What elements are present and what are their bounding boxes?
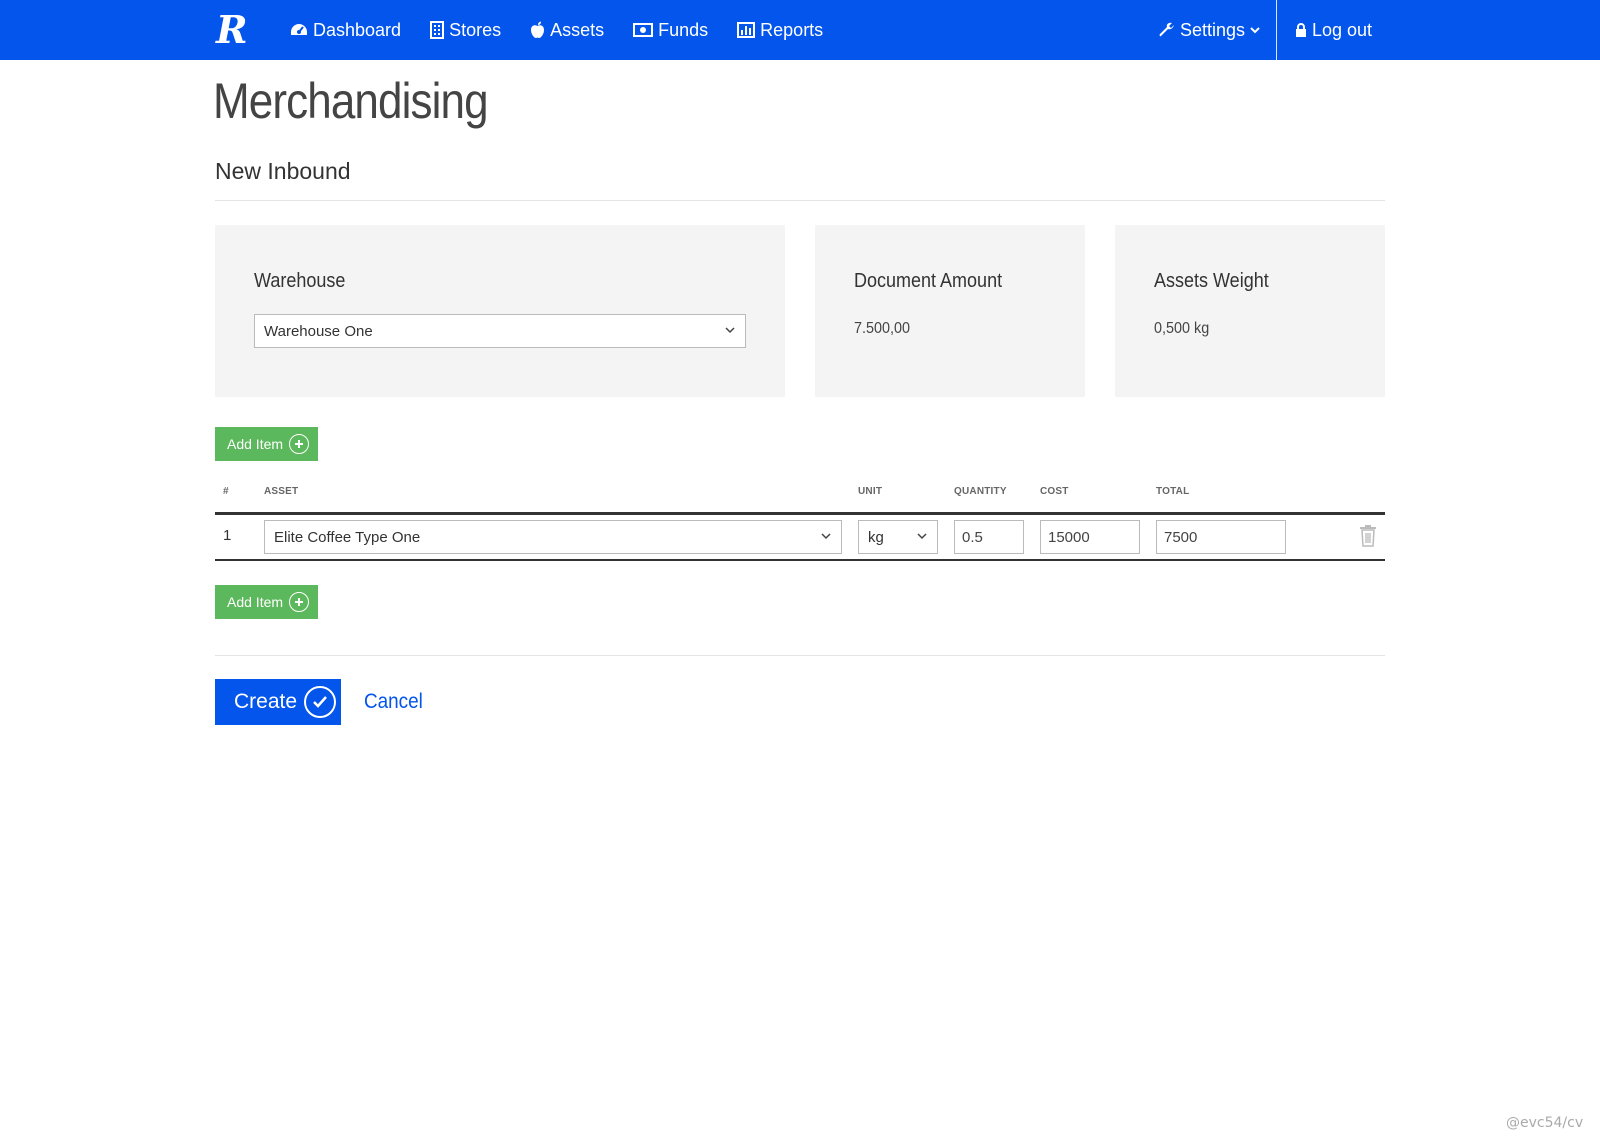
building-icon (430, 21, 445, 39)
assets-weight-panel: Assets Weight 0,500 kg (1115, 225, 1385, 397)
cancel-link[interactable]: Cancel (364, 690, 423, 714)
document-amount-panel: Document Amount 7.500,00 (815, 225, 1085, 397)
asset-select[interactable]: Elite Coffee Type One (264, 520, 842, 554)
plus-icon (289, 592, 310, 612)
wrench-icon (1159, 22, 1174, 37)
add-item-label: Add Item (227, 436, 284, 452)
create-button[interactable]: Create (215, 679, 341, 725)
trash-icon[interactable] (1358, 525, 1378, 547)
nav-item-label: Dashboard (313, 19, 402, 40)
warehouse-label: Warehouse (254, 270, 346, 292)
quantity-input[interactable]: 0.5 (954, 520, 1024, 554)
settings-label: Settings (1180, 19, 1246, 40)
column-header-unit: UNIT (858, 486, 883, 497)
assets-weight-value: 0,500 kg (1154, 320, 1210, 337)
plus-icon (289, 434, 310, 454)
chevron-down-icon (821, 533, 831, 540)
warehouse-panel: Warehouse Warehouse One (215, 225, 785, 397)
dashboard-icon (291, 24, 307, 35)
nav-item-assets[interactable]: Assets (530, 0, 604, 60)
create-label: Create (234, 690, 298, 713)
settings-dropdown[interactable]: Settings (1158, 0, 1264, 60)
nav-item-label: Funds (658, 19, 709, 40)
chevron-down-icon (917, 533, 927, 540)
nav-item-stores[interactable]: Stores (430, 0, 501, 60)
check-icon (304, 686, 337, 718)
column-header-quantity: QUANTITY (954, 486, 1007, 497)
top-navbar: R Dashboard Stores Assets Funds Reports … (0, 0, 1600, 60)
nav-item-reports[interactable]: Reports (737, 0, 823, 60)
bar-chart-icon (737, 22, 756, 38)
page-title: Merchandising (213, 73, 489, 129)
column-header-cost: COST (1040, 486, 1069, 497)
assets-weight-label: Assets Weight (1154, 270, 1269, 292)
chevron-down-icon (725, 327, 735, 334)
document-amount-label: Document Amount (854, 270, 1003, 292)
money-icon (633, 23, 654, 37)
column-header-asset: ASSET (264, 486, 299, 497)
nav-item-label: Reports (760, 19, 824, 40)
apple-icon (531, 21, 545, 38)
nav-item-label: Assets (550, 19, 605, 40)
unit-select-value: kg (868, 528, 884, 546)
chevron-down-icon (1250, 26, 1260, 33)
nav-item-funds[interactable]: Funds (633, 0, 708, 60)
column-header-total: TOTAL (1156, 486, 1190, 497)
column-header-number: # (223, 486, 229, 497)
warehouse-select-value: Warehouse One (264, 322, 373, 340)
brand-logo[interactable]: R (216, 8, 256, 52)
table-bottom-border (215, 559, 1385, 561)
logout-label: Log out (1312, 19, 1373, 40)
main-nav: Dashboard Stores Assets Funds Reports (290, 0, 852, 60)
document-amount-value: 7.500,00 (854, 320, 911, 337)
total-input[interactable]: 7500 (1156, 520, 1286, 554)
nav-item-label: Stores (449, 19, 502, 40)
watermark: @evc54/cv (1506, 1115, 1584, 1131)
cost-input[interactable]: 15000 (1040, 520, 1140, 554)
table-top-border (215, 512, 1385, 515)
lock-icon (1296, 22, 1306, 37)
add-item-button[interactable]: Add Item (215, 427, 318, 461)
nav-divider (1276, 0, 1277, 60)
divider (215, 655, 1385, 656)
warehouse-select[interactable]: Warehouse One (254, 314, 746, 348)
nav-item-dashboard[interactable]: Dashboard (290, 0, 401, 60)
asset-select-value: Elite Coffee Type One (274, 528, 421, 546)
add-item-label: Add Item (227, 594, 284, 610)
divider (215, 200, 1385, 201)
row-number: 1 (223, 527, 232, 544)
page-subtitle: New Inbound (215, 158, 351, 184)
unit-select[interactable]: kg (858, 520, 938, 554)
add-item-button[interactable]: Add Item (215, 585, 318, 619)
logout-link[interactable]: Log out (1295, 0, 1372, 60)
